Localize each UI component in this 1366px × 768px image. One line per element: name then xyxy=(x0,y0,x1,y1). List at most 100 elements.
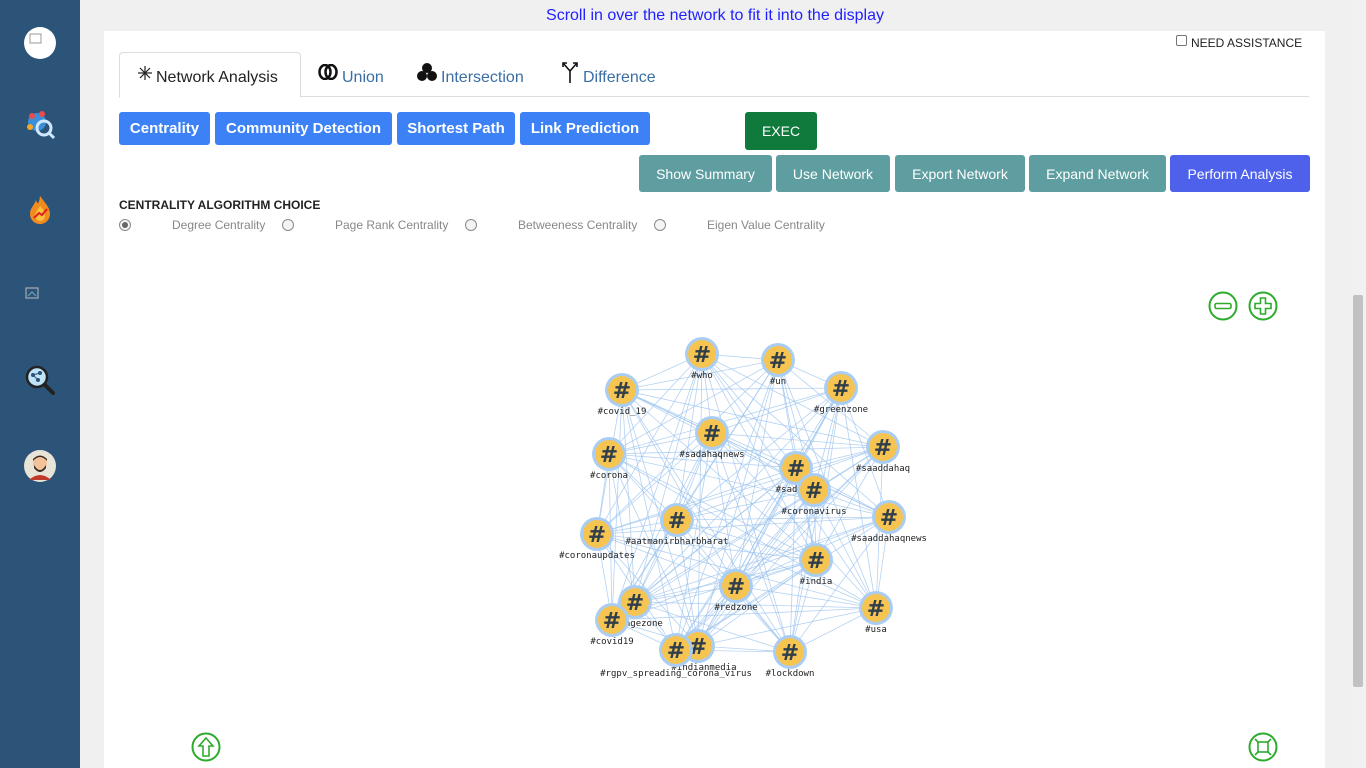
scrollbar-thumb[interactable] xyxy=(1353,295,1363,687)
difference-fork-icon xyxy=(561,61,579,88)
tab-network-analysis[interactable]: Network Analysis xyxy=(119,52,301,98)
minus-circle-icon xyxy=(1208,291,1238,321)
centrality-button[interactable]: Centrality xyxy=(119,112,210,145)
exec-button[interactable]: EXEC xyxy=(745,112,817,150)
hashtag-glyph: # xyxy=(703,422,721,447)
scroll-up-button[interactable] xyxy=(191,732,221,762)
network-node[interactable]: # #redzone xyxy=(714,569,758,613)
expand-network-button[interactable]: Expand Network xyxy=(1029,155,1166,192)
network-node[interactable]: # #saaddahaq xyxy=(856,430,910,474)
shortest-path-button[interactable]: Shortest Path xyxy=(397,112,515,145)
hashtag-glyph: # xyxy=(807,549,825,574)
tab-label: Union xyxy=(342,68,384,86)
vertical-scrollbar[interactable] xyxy=(1350,0,1366,768)
network-node[interactable]: # #usa xyxy=(859,591,893,635)
betweeness-centrality-label: Betweeness Centrality xyxy=(518,218,638,232)
page-rank-centrality-radio[interactable] xyxy=(282,219,294,231)
hashtag-glyph: # xyxy=(667,639,685,664)
hashtag-glyph: # xyxy=(769,349,787,374)
node-label: #covid19 xyxy=(590,637,633,647)
use-network-button[interactable]: Use Network xyxy=(776,155,890,192)
node-label: #usa xyxy=(865,625,887,635)
hashtag-glyph: # xyxy=(781,641,799,666)
fit-screen-icon xyxy=(1248,732,1278,762)
tab-union[interactable]: Union xyxy=(306,52,396,97)
page-rank-centrality-label: Page Rank Centrality xyxy=(335,218,449,232)
need-assistance-checkbox[interactable] xyxy=(1176,34,1187,46)
network-node[interactable]: # #covid_19 xyxy=(598,373,647,417)
hashtag-glyph: # xyxy=(600,443,618,468)
hashtag-network-graph[interactable]: # #who # #un # #covid_19 # #greenzone # #sadahaqn… xyxy=(540,330,960,700)
node-label: #redzone xyxy=(714,603,757,613)
graph-search-icon[interactable] xyxy=(24,364,56,396)
node-label: #covid_19 xyxy=(598,407,647,417)
analysis-tabs: Network Analysis Union Intersection Diff… xyxy=(119,52,1309,98)
hashtag-glyph: # xyxy=(668,509,686,534)
hashtag-glyph: # xyxy=(626,591,644,616)
degree-centrality-radio[interactable] xyxy=(119,219,131,231)
tab-difference[interactable]: Difference xyxy=(549,52,668,97)
show-summary-button[interactable]: Show Summary xyxy=(639,155,772,192)
node-label: #lockdown xyxy=(766,669,815,679)
node-label: #un xyxy=(770,377,786,387)
hashtag-glyph: # xyxy=(867,597,885,622)
hashtag-glyph: # xyxy=(727,575,745,600)
perform-analysis-button[interactable]: Perform Analysis xyxy=(1170,155,1310,192)
zoom-in-button[interactable] xyxy=(1248,291,1278,321)
node-label: #who xyxy=(691,371,713,381)
network-node[interactable]: # #corona xyxy=(590,437,628,481)
fit-screen-button[interactable] xyxy=(1248,732,1278,762)
node-label: #corona xyxy=(590,471,628,481)
tab-label: Network Analysis xyxy=(156,69,278,86)
node-label: #india xyxy=(800,577,833,587)
community-detection-button[interactable]: Community Detection xyxy=(215,112,392,145)
network-node[interactable]: # #india xyxy=(799,543,833,587)
node-label: #saaddahaq xyxy=(856,464,910,474)
network-edge xyxy=(608,446,884,455)
eigen-value-centrality-label: Eigen Value Centrality xyxy=(707,218,825,232)
network-edge xyxy=(675,446,884,651)
arrow-up-circle-icon xyxy=(191,732,221,762)
eigen-value-centrality-radio[interactable] xyxy=(654,219,666,231)
plus-circle-icon xyxy=(1248,291,1278,321)
hashtag-glyph: # xyxy=(603,609,621,634)
intersection-circles-icon xyxy=(417,63,437,86)
network-edge xyxy=(634,353,703,603)
node-label: #coronavirus xyxy=(781,507,846,517)
tab-label: Difference xyxy=(583,68,656,86)
zoom-out-button[interactable] xyxy=(1208,291,1238,321)
hashtag-glyph: # xyxy=(832,377,850,402)
hashtag-glyph: # xyxy=(693,343,711,368)
need-assistance[interactable]: NEED ASSISTANCE xyxy=(1176,34,1303,50)
tab-label: Intersection xyxy=(441,68,524,86)
node-label: #saaddahaqnews xyxy=(851,534,927,544)
node-label: #coronaupdates xyxy=(559,551,635,561)
sidebar xyxy=(0,0,80,768)
network-search-icon[interactable] xyxy=(24,108,56,140)
betweeness-centrality-radio[interactable] xyxy=(465,219,477,231)
node-label: #rgpv_spreading_corona_virus xyxy=(600,669,752,679)
export-network-button[interactable]: Export Network xyxy=(895,155,1025,192)
tab-intersection[interactable]: Intersection xyxy=(405,52,536,97)
network-node[interactable]: # #aatmanirbharbharat xyxy=(626,503,729,547)
node-label: #greenzone xyxy=(814,405,868,415)
hashtag-glyph: # xyxy=(805,479,823,504)
hashtag-glyph: # xyxy=(874,436,892,461)
trending-fire-icon[interactable] xyxy=(24,194,56,226)
network-node[interactable]: # #un xyxy=(761,343,795,387)
hashtag-glyph: # xyxy=(613,379,631,404)
degree-centrality-label: Degree Centrality xyxy=(172,218,266,232)
asterisk-icon xyxy=(138,65,152,85)
broken-image-logo[interactable] xyxy=(24,27,56,59)
algorithm-choice-title: CENTRALITY ALGORITHM CHOICE xyxy=(119,198,321,212)
link-prediction-button[interactable]: Link Prediction xyxy=(520,112,650,145)
union-rings-icon xyxy=(318,63,338,85)
hashtag-glyph: # xyxy=(588,523,606,548)
need-assistance-label: NEED ASSISTANCE xyxy=(1191,36,1303,50)
broken-image-icon[interactable] xyxy=(24,280,56,312)
network-hint: Scroll in over the network to fit it int… xyxy=(546,7,884,24)
hashtag-glyph: # xyxy=(880,506,898,531)
node-label: #sadahaqnews xyxy=(679,450,744,460)
network-node[interactable]: # #lockdown xyxy=(766,635,815,679)
user-avatar-icon[interactable] xyxy=(24,450,56,482)
